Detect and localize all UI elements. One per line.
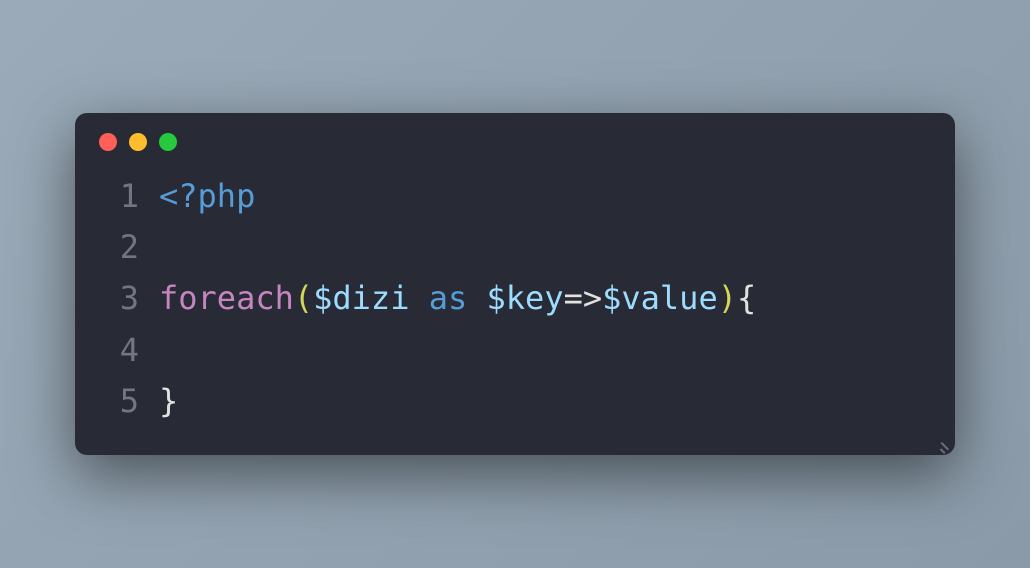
code-editor[interactable]: 1 <?php 23 foreach($dizi as $key=>$value){ 4… <box>75 159 955 455</box>
code-line: 1 <?php <box>99 171 931 222</box>
code-line: 4 <box>99 325 931 376</box>
line-number: 4 <box>99 325 139 376</box>
minimize-icon[interactable] <box>129 133 147 151</box>
line-number: 1 <box>99 171 139 222</box>
line-number: 3 <box>99 273 139 324</box>
titlebar <box>75 113 955 159</box>
code-line: 2 <box>99 222 931 273</box>
code-line: 5} <box>99 376 931 427</box>
line-number: 5 <box>99 376 139 427</box>
resize-handle-icon[interactable] <box>935 435 949 449</box>
maximize-icon[interactable] <box>159 133 177 151</box>
line-number: 2 <box>99 222 139 273</box>
code-content: } <box>159 376 178 427</box>
code-content: foreach($dizi as $key=>$value){ <box>159 273 756 324</box>
code-content: <?php <box>159 171 255 222</box>
close-icon[interactable] <box>99 133 117 151</box>
code-window: 1 <?php 23 foreach($dizi as $key=>$value){ 4… <box>75 113 955 455</box>
code-line: 3 foreach($dizi as $key=>$value){ <box>99 273 931 324</box>
